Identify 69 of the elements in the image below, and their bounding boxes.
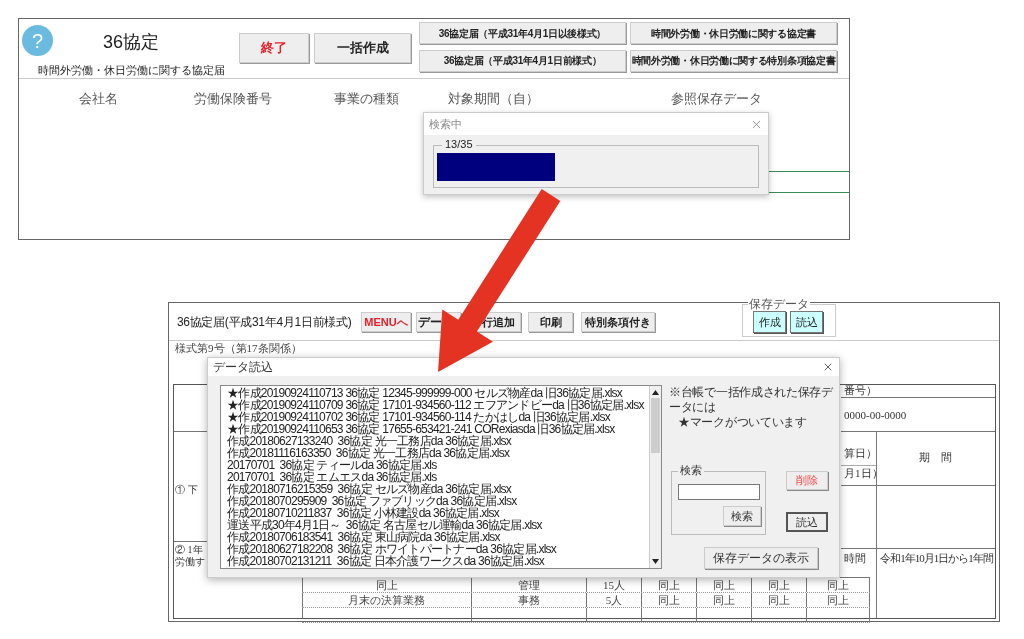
file-item[interactable]: 作成20180627133240 36協定 光一工務店da 36協定届.xlsx: [227, 435, 649, 447]
column-header: 労働保険番号: [194, 91, 273, 107]
table-cell: 同上: [375, 578, 398, 592]
table-cell: 同上: [658, 578, 680, 592]
file-item[interactable]: 作成20181116163350 36協定 光一工務店da 36協定届.xlsx: [227, 447, 649, 459]
form-button[interactable]: 36協定届（平成31年4月1日前様式）: [419, 49, 626, 72]
file-item[interactable]: 作成20180702131211 36協定 日本介護ワークスda 36協定届.xlsx: [227, 555, 649, 567]
insurance-number: 0000-00-0000: [844, 408, 907, 423]
table-cell: 同上: [658, 593, 680, 607]
section-label: 労働す: [175, 556, 205, 568]
column-header: 期 間: [919, 450, 952, 465]
progress-count: 13/35: [442, 138, 476, 151]
note-text: ★マークがついています: [677, 415, 808, 430]
column-header: 参照保存データ: [671, 91, 763, 107]
group-label: 保存データ: [748, 297, 810, 311]
toolbar-button[interactable]: 印刷: [528, 311, 573, 332]
toolbar-button[interactable]: 一括作成: [314, 33, 411, 63]
note-text: ※台帳で一括作成された保存データには: [669, 385, 834, 415]
show-saved-data-button[interactable]: 保存データの表示: [704, 547, 818, 569]
file-item[interactable]: 作成2018070295909 36協定 ファブリックda 36協定届.xlsx: [227, 495, 649, 507]
dialog-title: 検索中: [429, 116, 462, 132]
file-item[interactable]: 作成20180627182208 36協定 ホワイトパートナーda 36協定届.xlsx: [227, 543, 649, 555]
table-cell: 同上: [713, 593, 735, 607]
table-cell: 同上: [768, 578, 790, 592]
period-text: 令和1年10月1日から1年間: [879, 551, 994, 566]
form-button[interactable]: 36協定届（平成31年4月1日以後様式）: [419, 22, 626, 44]
toolbar-button[interactable]: 終了: [239, 33, 309, 63]
load-button[interactable]: 読込: [786, 512, 828, 532]
file-item[interactable]: 運送平成30年4月1日～ 36協定 名古屋セル運輸da 36協定届.xlsx: [227, 519, 649, 531]
table-cell: 15人: [603, 578, 625, 592]
file-item[interactable]: ★作成20190924110702 36協定 17101-934560-114 たかはしda 旧36協定届.xlsx: [227, 411, 649, 423]
file-item[interactable]: ★作成20190924110653 36協定 17655-653421-241 CORexiasda 旧36協定届.xlsx: [227, 423, 649, 435]
column-header: 対象期間（自）: [448, 91, 540, 107]
saved-data-button[interactable]: 読込: [790, 311, 823, 333]
table-cell: 月末の決算業務: [348, 593, 425, 607]
table-cell: 同上: [827, 578, 849, 592]
file-item[interactable]: ★作成20190924110713 36協定 12345-999999-000 セルズ物産da 旧36協定届.xlsx: [227, 387, 649, 399]
form-label: 算日）: [844, 447, 877, 460]
toolbar-button[interactable]: 特別条項付き: [581, 311, 655, 332]
column-header: 事業の種類: [334, 91, 400, 107]
dialog-title: データ読込: [213, 360, 273, 374]
file-item[interactable]: 作成20180716215359 36協定 セルズ物産da 36協定届.xlsx: [227, 483, 649, 495]
table-cell: 事務: [518, 593, 540, 607]
column-header: 時間: [844, 551, 866, 566]
form-button[interactable]: 時間外労働・休日労働に関する特別条項協定書: [630, 49, 837, 72]
app-subtitle: 時間外労働・休日労働に関する協定届: [38, 63, 226, 78]
search-button[interactable]: 検索: [723, 506, 761, 526]
saved-data-button[interactable]: 作成: [753, 311, 786, 333]
sheet-title: 36協定届(平成31年4月1日前様式): [176, 313, 353, 331]
form-number: 様式第9号（第17条関係）: [175, 342, 302, 355]
table-cell: 管理: [518, 578, 540, 592]
app-title: 36協定: [103, 31, 160, 54]
form-label: 月1日）: [844, 467, 883, 480]
table-cell: 同上: [827, 593, 849, 607]
toolbar-button[interactable]: MENUへ: [361, 311, 411, 332]
table-cell: 同上: [713, 578, 735, 592]
file-item[interactable]: ★作成20190924110709 36協定 17101-934560-112 エフアンドビーda 旧36協定届.xlsx: [227, 399, 649, 411]
section-label: ① 下: [175, 483, 198, 496]
file-item[interactable]: 20170701 36協定 エムエスda 36協定届.xls: [227, 471, 649, 483]
group-label: 検索: [678, 464, 704, 477]
file-item[interactable]: 作成20180710211837 36協定 小林建設da 36協定届.xlsx: [227, 507, 649, 519]
file-item[interactable]: 20170701 36協定 ティールda 36協定届.xls: [227, 459, 649, 471]
form-label: 番号）: [844, 384, 877, 397]
table-cell: 5人: [605, 593, 623, 607]
file-item[interactable]: 作成20180706183541 36協定 東山病院da 36協定届.xlsx: [227, 531, 649, 543]
form-button[interactable]: 時間外労働・休日労働に関する協定書: [630, 22, 837, 44]
column-header: 会社名: [79, 91, 119, 107]
table-cell: 同上: [768, 593, 790, 607]
section-label: ② 1年: [175, 544, 203, 556]
